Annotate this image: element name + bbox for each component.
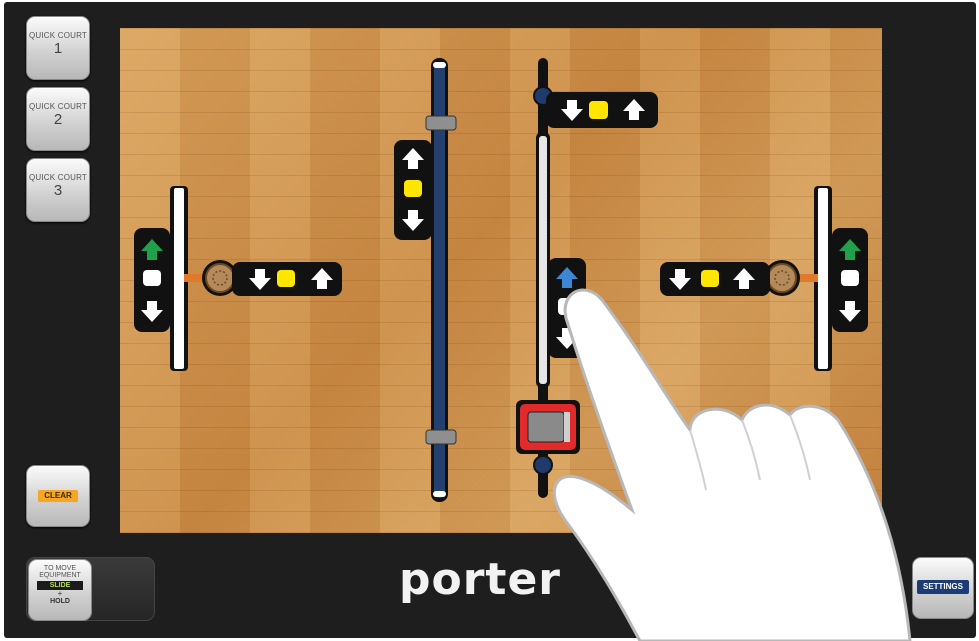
right-hoop-height-control[interactable] [832, 228, 868, 332]
clear-button[interactable]: CLEAR [26, 465, 90, 527]
gray-divider-height-control[interactable] [548, 258, 586, 358]
quick-court-number: 2 [53, 111, 63, 128]
left-hoop-height-control[interactable] [134, 228, 170, 332]
quick-court-1-button[interactable]: QUICK COURT 1 [26, 16, 90, 80]
quick-court-3-button[interactable]: QUICK COURT 3 [26, 158, 90, 222]
quick-court-2-button[interactable]: QUICK COURT 2 [26, 87, 90, 151]
clear-label: CLEAR [38, 490, 78, 502]
hold-label: HOLD [50, 598, 70, 605]
move-equipment-line1: TO MOVE [43, 565, 77, 572]
plus-label: + [57, 589, 63, 598]
right-hoop-move-control[interactable] [660, 262, 770, 296]
settings-label: SETTINGS [917, 580, 969, 594]
quick-court-label: QUICK COURT [28, 102, 88, 111]
move-equipment-button[interactable]: TO MOVE EQUIPMENT SLIDE + HOLD [28, 559, 92, 621]
right-hoop [764, 260, 818, 296]
quick-court-label: QUICK COURT [28, 173, 88, 182]
quick-court-label: QUICK COURT [28, 31, 88, 40]
gray-divider-horizontal-control[interactable] [546, 92, 658, 128]
move-equipment-line2: EQUIPMENT [39, 572, 81, 579]
left-hoop [184, 260, 238, 296]
settings-button[interactable]: SETTINGS [912, 557, 974, 619]
control-panel: QUICK COURT 1 QUICK COURT 2 QUICK COURT … [4, 2, 976, 638]
quick-court-number: 3 [53, 182, 63, 199]
blue-divider-control[interactable] [394, 140, 432, 240]
left-hoop-move-control[interactable] [232, 262, 342, 296]
brand-logo: porter [399, 554, 561, 605]
quick-court-number: 1 [53, 40, 63, 57]
court-floor [120, 28, 882, 533]
move-equipment-panel: TO MOVE EQUIPMENT SLIDE + HOLD [26, 557, 155, 621]
blue-divider-track [425, 58, 457, 502]
motor-unit [516, 400, 580, 454]
